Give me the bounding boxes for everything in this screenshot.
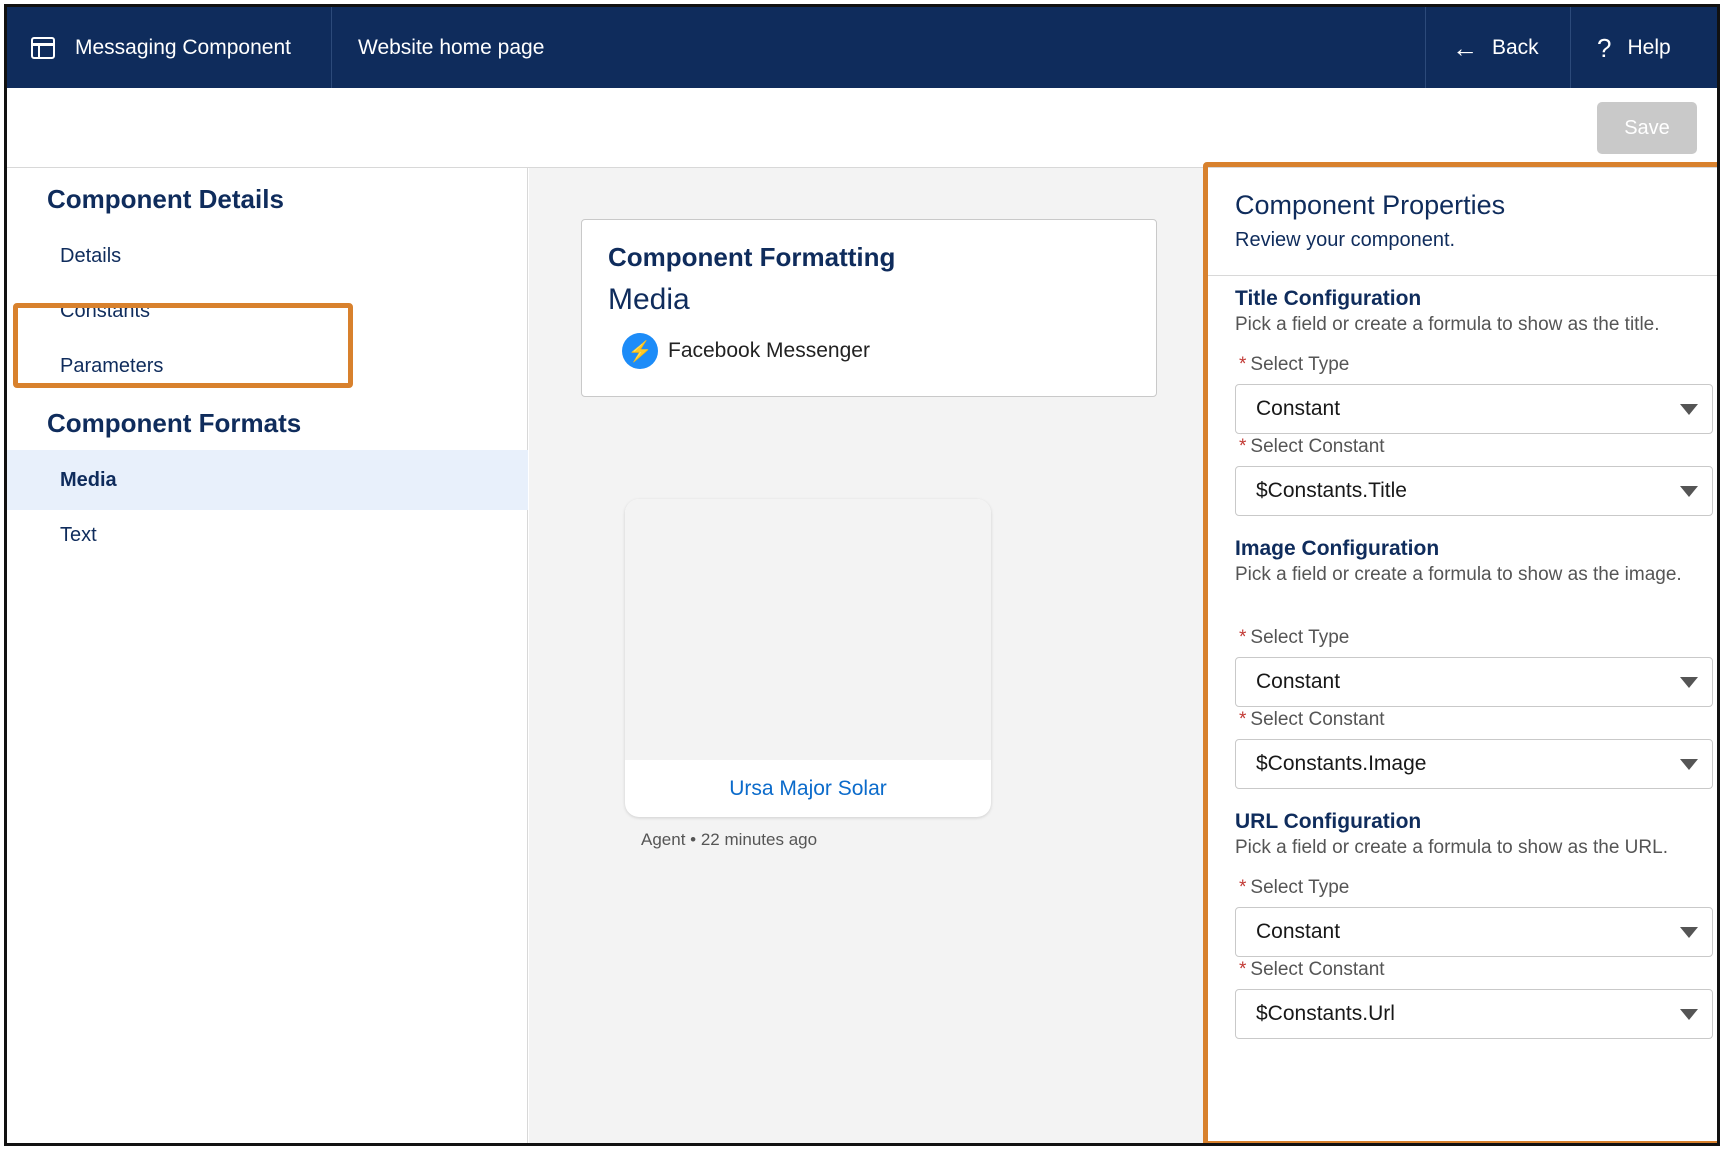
back-arrow-icon: ←	[1452, 32, 1478, 63]
preview-canvas: Component Formatting Media ⚡ Facebook Me…	[529, 168, 1207, 1143]
back-button[interactable]: ← Back	[1425, 7, 1571, 88]
help-label: Help	[1627, 35, 1671, 59]
help-icon: ?	[1597, 32, 1612, 63]
component-details-heading: Component Details	[47, 184, 284, 214]
message-meta: Agent • 22 minutes ago	[641, 830, 818, 849]
properties-highlight-box	[1203, 162, 1717, 1143]
formatting-title: Component Formatting	[608, 242, 896, 272]
component-formatting-card: Component Formatting Media ⚡ Facebook Me…	[581, 219, 1157, 397]
app-name: Messaging Component	[75, 35, 291, 59]
sidebar-item-media[interactable]: Media	[7, 450, 528, 510]
app-icon	[31, 36, 55, 59]
back-label: Back	[1492, 35, 1539, 59]
app-frame: Messaging Component Website home page ← …	[4, 4, 1720, 1146]
channel-row: ⚡ Facebook Messenger	[622, 333, 1130, 369]
app-title-segment: Messaging Component	[7, 7, 332, 88]
channel-name: Facebook Messenger	[668, 339, 870, 362]
sidebar-item-text[interactable]: Text	[7, 505, 528, 565]
media-image-placeholder	[625, 499, 991, 760]
messenger-icon: ⚡	[622, 333, 658, 369]
component-formats-heading: Component Formats	[47, 408, 302, 438]
media-highlight-box	[13, 303, 353, 388]
media-card-title[interactable]: Ursa Major Solar	[625, 760, 991, 817]
media-preview-card[interactable]: Ursa Major Solar	[625, 499, 991, 817]
toolbar: Save	[7, 88, 1717, 168]
save-button[interactable]: Save	[1597, 102, 1697, 154]
top-bar: Messaging Component Website home page ← …	[7, 7, 1717, 88]
page-name-segment: Website home page	[332, 7, 1425, 88]
page-name: Website home page	[358, 35, 545, 59]
formatting-subtitle: Media	[608, 283, 690, 316]
help-button[interactable]: ? Help	[1571, 7, 1717, 88]
sidebar-item-details[interactable]: Details	[7, 226, 528, 286]
